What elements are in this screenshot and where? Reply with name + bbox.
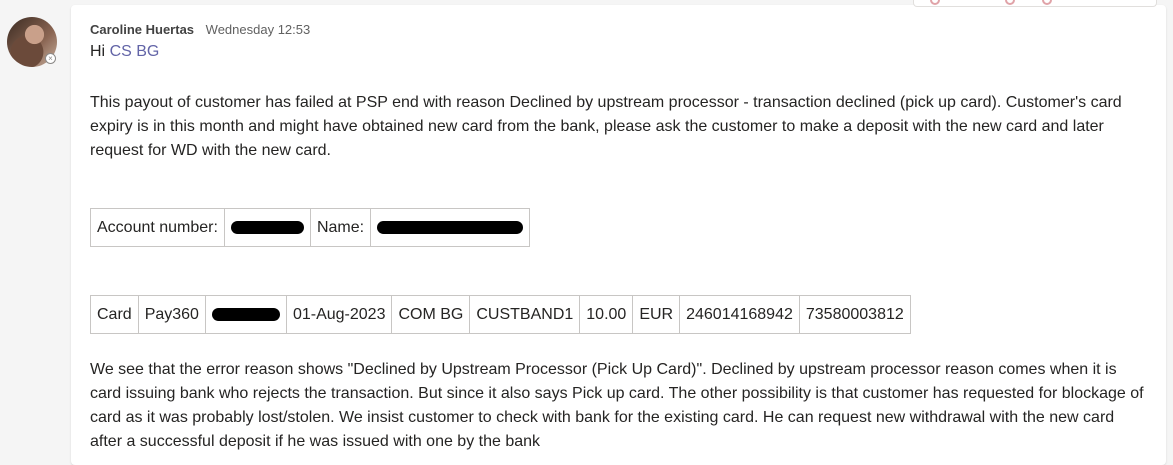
message-header: Caroline Huertas Wednesday 12:53 bbox=[90, 22, 310, 37]
table-cell: EUR bbox=[632, 295, 681, 334]
reaction-icon[interactable] bbox=[930, 0, 940, 5]
name-label: Name: bbox=[309, 208, 372, 247]
card-table: Card Pay360 01-Aug-2023 COM BG CUSTBAND1… bbox=[90, 295, 911, 334]
author-name[interactable]: Caroline Huertas bbox=[90, 22, 194, 37]
message-card: Caroline Huertas Wednesday 12:53 Hi CS B… bbox=[71, 5, 1166, 465]
message-paragraph-2: We see that the error reason shows "Decl… bbox=[90, 361, 1144, 450]
table-cell: Pay360 bbox=[137, 295, 206, 334]
message-timestamp: Wednesday 12:53 bbox=[205, 22, 311, 37]
redaction-mark bbox=[211, 307, 280, 321]
table-cell: Card bbox=[90, 295, 139, 334]
table-row: Account number: Name: bbox=[90, 208, 531, 247]
table-cell: 10.00 bbox=[579, 295, 634, 334]
table-row: Card Pay360 01-Aug-2023 COM BG CUSTBAND1… bbox=[90, 295, 911, 334]
name-value bbox=[370, 208, 531, 247]
table-cell: COM BG bbox=[391, 295, 471, 334]
table-cell: 01-Aug-2023 bbox=[285, 295, 393, 334]
greeting: Hi CS BG bbox=[90, 43, 159, 61]
mention-tag[interactable]: CS BG bbox=[110, 43, 160, 60]
account-number-value bbox=[223, 208, 311, 247]
account-number-label: Account number: bbox=[90, 208, 225, 247]
redaction-mark bbox=[377, 220, 524, 234]
reaction-bar[interactable] bbox=[913, 0, 1157, 7]
table-cell-redacted bbox=[204, 295, 287, 334]
account-table: Account number: Name: bbox=[90, 208, 531, 247]
table-cell: 73580003812 bbox=[798, 295, 911, 334]
table-cell: 246014168942 bbox=[679, 295, 800, 334]
redaction-mark bbox=[230, 220, 304, 234]
reaction-icon[interactable] bbox=[1005, 0, 1015, 5]
presence-offline-icon: × bbox=[45, 53, 56, 64]
message-paragraph-1: This payout of customer has failed at PS… bbox=[90, 94, 1122, 159]
reaction-icon[interactable] bbox=[1042, 0, 1052, 5]
table-cell: CUSTBAND1 bbox=[469, 295, 581, 334]
greeting-text: Hi bbox=[90, 43, 110, 60]
